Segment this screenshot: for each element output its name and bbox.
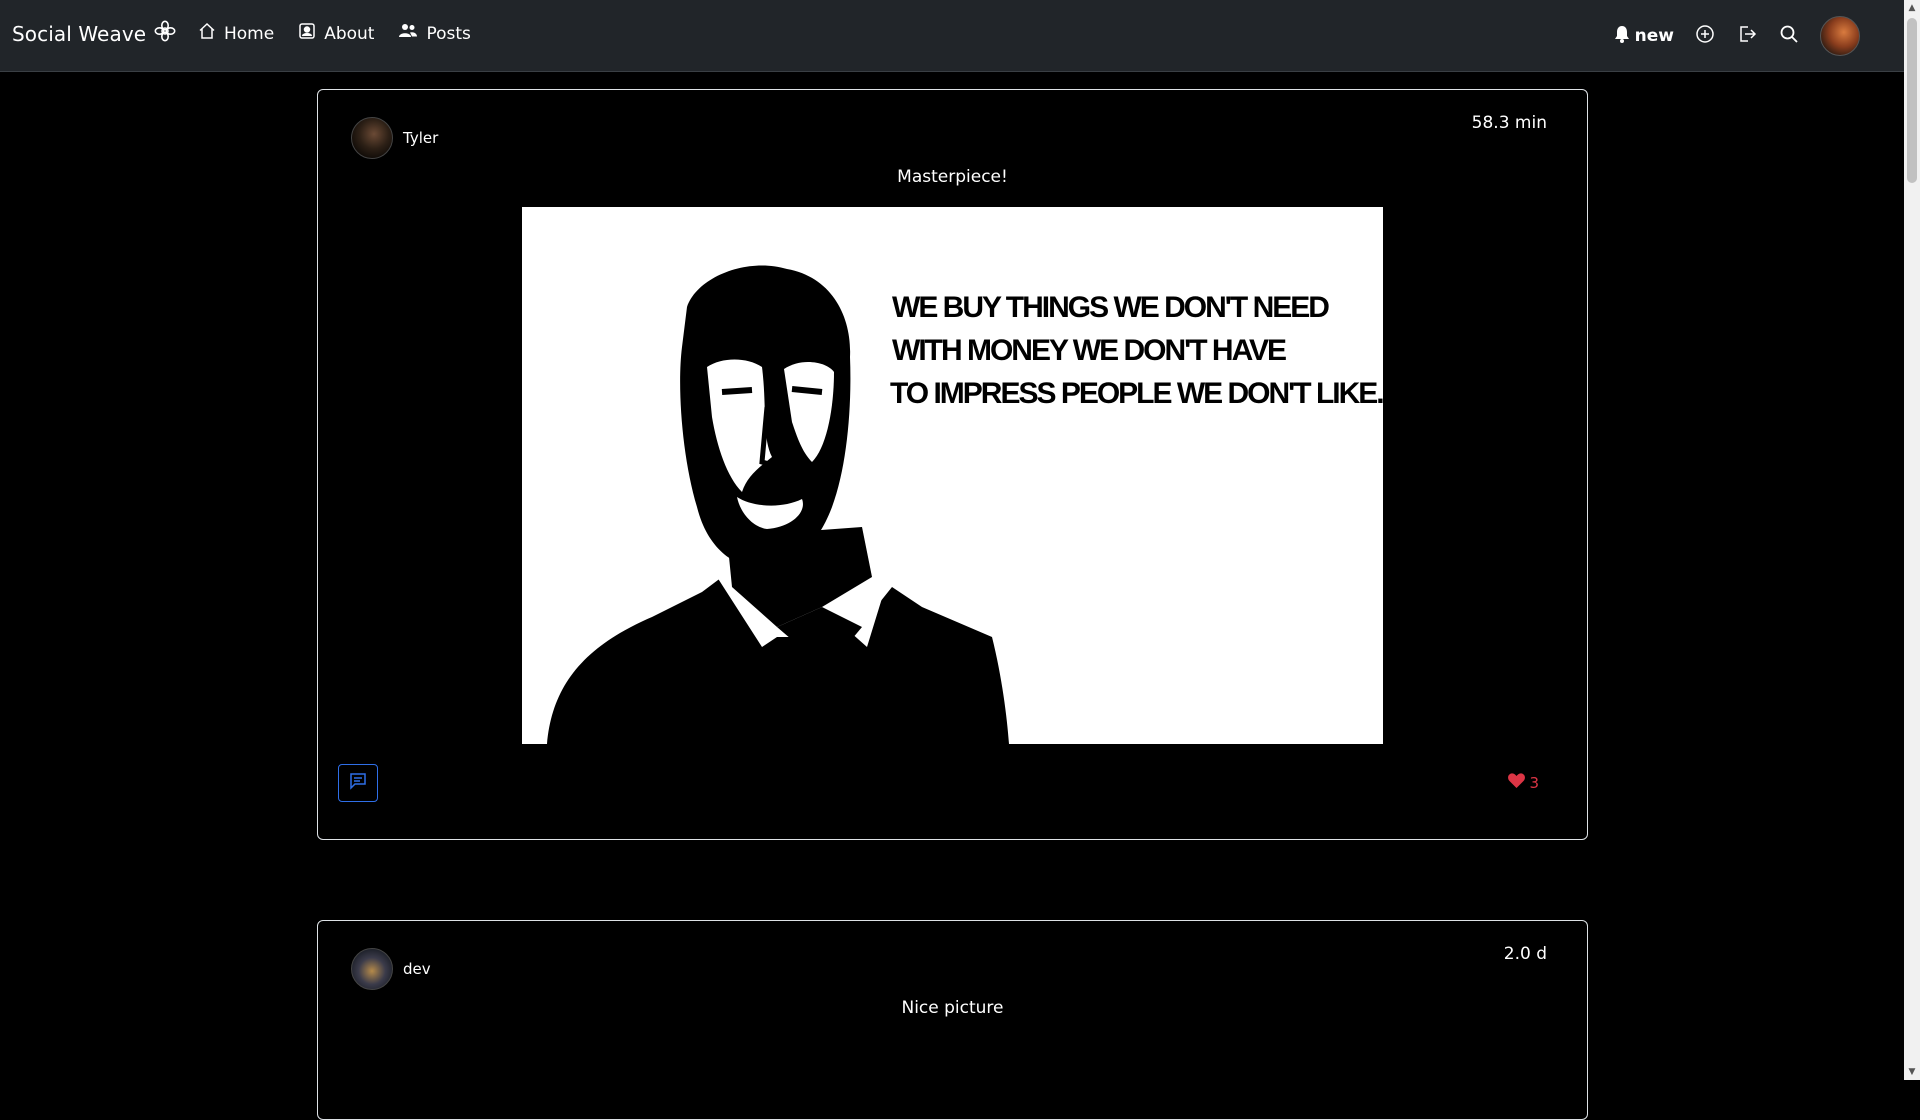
post-author[interactable]: Tyler xyxy=(351,117,438,159)
scroll-down-arrow[interactable]: ▼ xyxy=(1907,1066,1917,1078)
logout-button[interactable] xyxy=(1736,25,1758,47)
search-button[interactable] xyxy=(1778,25,1800,47)
post-caption: Masterpiece! xyxy=(897,167,1008,187)
bell-icon xyxy=(1614,25,1630,48)
quote-line-3: TO IMPRESS PEOPLE WE DON'T LIKE. xyxy=(890,377,1383,410)
post-card: dev 2.0 d Nice picture xyxy=(317,920,1588,1120)
page-scrollbar[interactable]: ▲ ▼ xyxy=(1904,0,1920,1080)
post-time: 58.3 min xyxy=(1471,113,1547,133)
nav-right-group: new xyxy=(1614,16,1860,56)
nav-about-label: About xyxy=(324,23,375,44)
like-count: 3 xyxy=(1529,773,1539,792)
notifications-button[interactable]: new xyxy=(1614,25,1674,48)
nav-about[interactable]: About xyxy=(298,22,374,45)
brand-link[interactable]: Social Weave xyxy=(12,20,176,47)
chat-icon xyxy=(349,772,367,794)
heart-icon xyxy=(1508,773,1526,792)
plus-circle-icon xyxy=(1695,24,1715,48)
house-icon xyxy=(198,22,216,45)
author-name: dev xyxy=(403,960,431,978)
like-button[interactable]: 3 xyxy=(1508,773,1539,792)
user-avatar[interactable] xyxy=(1820,16,1860,56)
flower-icon xyxy=(154,20,176,47)
create-post-button[interactable] xyxy=(1694,25,1716,47)
logout-icon xyxy=(1737,24,1757,48)
scroll-up-arrow[interactable]: ▲ xyxy=(1907,2,1917,14)
nav-home-label: Home xyxy=(224,23,275,44)
post-image[interactable]: WE BUY THINGS WE DON'T NEED WITH MONEY W… xyxy=(522,207,1383,744)
people-icon xyxy=(398,22,418,45)
nav-home[interactable]: Home xyxy=(198,22,274,45)
post-caption: Nice picture xyxy=(901,998,1004,1018)
search-icon xyxy=(1779,24,1799,48)
author-avatar[interactable] xyxy=(351,117,393,159)
author-avatar[interactable] xyxy=(351,948,393,990)
post-card: Tyler 58.3 min Masterpiece! WE BUY THING… xyxy=(317,89,1588,840)
comment-button[interactable] xyxy=(338,764,378,802)
nav-links: Home About Posts xyxy=(198,22,471,45)
post-time: 2.0 d xyxy=(1503,944,1547,964)
post-author[interactable]: dev xyxy=(351,948,431,990)
scroll-thumb[interactable] xyxy=(1907,18,1917,183)
brand-name: Social Weave xyxy=(12,21,147,46)
quote-line-1: WE BUY THINGS WE DON'T NEED xyxy=(892,291,1329,324)
quote-line-2: WITH MONEY WE DON'T HAVE xyxy=(892,334,1286,367)
nav-posts-label: Posts xyxy=(426,23,471,44)
person-badge-icon xyxy=(298,22,316,45)
author-name: Tyler xyxy=(403,129,439,147)
nav-posts[interactable]: Posts xyxy=(398,22,471,45)
top-navbar: Social Weave Home About Posts new xyxy=(0,0,1904,72)
notifications-label: new xyxy=(1634,26,1674,46)
